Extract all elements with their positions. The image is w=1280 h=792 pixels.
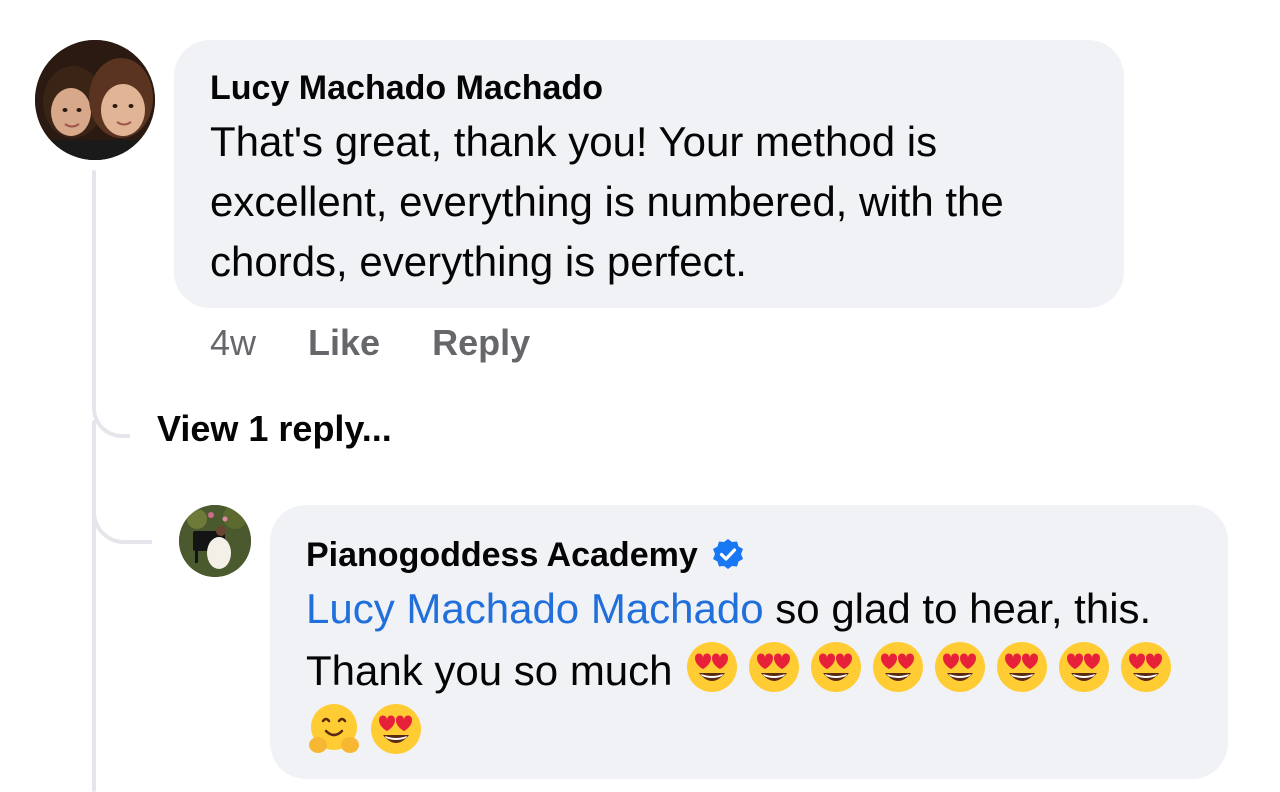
- avatar[interactable]: [179, 505, 251, 577]
- thread-connector: [92, 380, 130, 438]
- avatar[interactable]: [35, 40, 155, 160]
- heart-eyes-emoji: [811, 642, 862, 692]
- reply-author[interactable]: Pianogoddess Academy: [306, 535, 1192, 575]
- profile-photo-icon: [179, 505, 251, 577]
- heart-eyes-emoji: [1059, 642, 1110, 692]
- reply-text: Lucy Machado Machado so glad to hear, th…: [306, 579, 1192, 763]
- reply-button[interactable]: Reply: [432, 322, 530, 364]
- comment-author[interactable]: Lucy Machado Machado: [210, 68, 1088, 108]
- heart-eyes-emoji: [873, 642, 924, 692]
- thread-line: [92, 420, 96, 792]
- heart-eyes-emoji: [687, 642, 738, 692]
- hugging-face-emoji: [309, 704, 359, 753]
- comment-thread: Lucy Machado Machado That's great, thank…: [0, 0, 1280, 792]
- comment-text: That's great, thank you! Your method is …: [210, 118, 1004, 285]
- reply-bubble: Pianogoddess Academy Lucy Machado Machad…: [270, 505, 1228, 779]
- verified-badge-icon: [712, 539, 743, 569]
- heart-eyes-emoji: [749, 642, 800, 692]
- thread-line: [92, 170, 96, 400]
- heart-eyes-emoji: [997, 642, 1048, 692]
- like-button[interactable]: Like: [308, 322, 380, 364]
- comment-bubble: Lucy Machado Machado That's great, thank…: [174, 40, 1124, 308]
- thread-connector: [92, 490, 152, 544]
- view-replies-link[interactable]: View 1 reply...: [157, 408, 392, 450]
- profile-photo-icon: [35, 40, 155, 160]
- reply-author-name[interactable]: Pianogoddess Academy: [306, 535, 698, 575]
- comment-timestamp[interactable]: 4w: [210, 322, 256, 364]
- mention-link[interactable]: Lucy Machado Machado: [306, 585, 764, 632]
- heart-eyes-emoji: [371, 704, 421, 754]
- comment-actions: 4w Like Reply: [210, 322, 530, 364]
- heart-eyes-emoji: [935, 642, 986, 692]
- heart-eyes-emoji: [1121, 642, 1172, 692]
